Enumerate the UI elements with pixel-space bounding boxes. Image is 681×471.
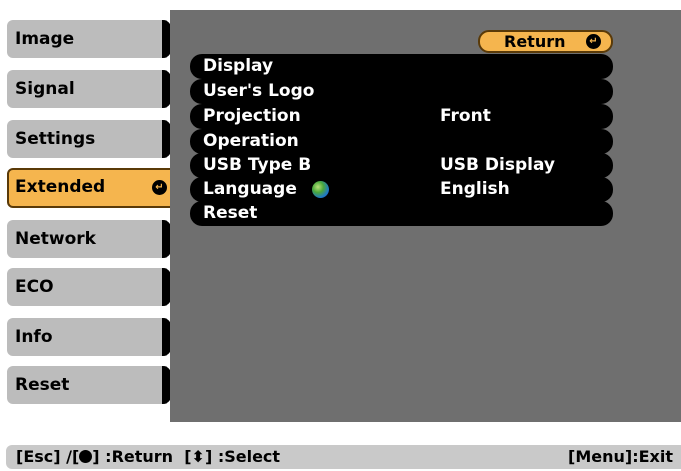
menu-row-reset[interactable]: Reset [190, 201, 613, 226]
row-value: Front [440, 106, 491, 126]
return-hint: ] :Return [92, 447, 174, 466]
row-label: Projection [203, 106, 301, 126]
sidebar-item-network[interactable]: Network [7, 220, 167, 258]
sidebar-item-extended[interactable]: Extended ↵ [7, 168, 175, 208]
select-hint: ] :Select [204, 447, 281, 466]
row-label: Reset [203, 203, 258, 223]
sidebar-item-label: Reset [15, 375, 70, 395]
sidebar-item-reset[interactable]: Reset [7, 366, 167, 404]
menu-row-usb-type-b[interactable]: USB Type B USB Display [190, 153, 613, 178]
enter-icon: ↵ [586, 34, 601, 49]
help-left: [Esc] /[ ] :Return [⬍] :Select [16, 445, 280, 469]
sidebar-item-label: Info [15, 327, 53, 347]
sidebar-item-settings[interactable]: Settings [7, 120, 167, 158]
globe-icon [312, 181, 329, 198]
projector-menu: Image Signal Settings Extended ↵ Network… [0, 0, 681, 471]
row-value: English [440, 179, 510, 199]
sidebar-item-label: Signal [15, 79, 75, 99]
enter-icon: ↵ [152, 180, 167, 195]
menu-row-operation[interactable]: Operation [190, 129, 613, 154]
return-button[interactable]: Return ↵ [478, 30, 613, 53]
row-label: User's Logo [203, 81, 315, 101]
menu-row-display[interactable]: Display [190, 54, 613, 79]
sidebar-item-eco[interactable]: ECO [7, 268, 167, 306]
sidebar-item-image[interactable]: Image [7, 20, 167, 58]
exit-hint: [Menu]:Exit [568, 447, 673, 466]
row-label: Operation [203, 131, 299, 151]
sidebar-item-label: Settings [15, 129, 96, 149]
sidebar-item-info[interactable]: Info [7, 318, 167, 356]
sidebar-item-label: Image [15, 29, 75, 49]
help-bar: [Esc] /[ ] :Return [⬍] :Select [Menu]:Exi… [6, 445, 681, 469]
sidebar-item-label: Network [15, 229, 96, 249]
sidebar-item-signal[interactable]: Signal [7, 70, 167, 108]
row-label: USB Type B [203, 155, 312, 175]
return-label: Return [504, 32, 566, 51]
updown-arrow-icon: ⬍ [191, 447, 205, 466]
menu-row-users-logo[interactable]: User's Logo [190, 79, 613, 104]
esc-hint: [Esc] /[ [16, 447, 80, 466]
menu-row-language[interactable]: Language English [190, 177, 613, 202]
sidebar-item-label: Extended [15, 177, 106, 197]
row-label: Language [203, 179, 297, 199]
sidebar-item-label: ECO [15, 277, 54, 297]
menu-row-projection[interactable]: Projection Front [190, 104, 613, 129]
row-value: USB Display [440, 155, 556, 175]
enter-icon [79, 450, 93, 463]
row-label: Display [203, 56, 274, 76]
select-open: [ [184, 447, 192, 466]
